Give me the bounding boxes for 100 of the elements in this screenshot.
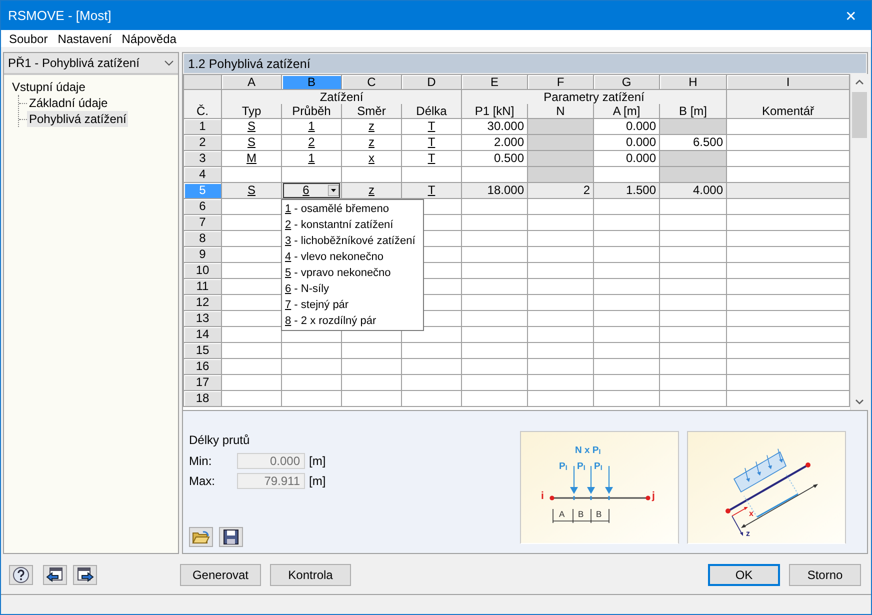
column-group-header: Parametry zatížení [462, 90, 726, 104]
action-button[interactable]: Generovat [180, 564, 261, 586]
table-cell: T [402, 134, 462, 150]
column-letter[interactable]: E [462, 74, 528, 90]
row-number[interactable]: 14 [184, 326, 222, 342]
diagram-label: P$_{I}$ [577, 462, 586, 472]
column-group-header: Zatížení [222, 90, 462, 104]
row-number[interactable]: 12 [184, 294, 222, 310]
column-letter[interactable]: F [528, 74, 594, 90]
dropdown-option[interactable]: 8 - 2 x rozdílný pár [282, 313, 423, 329]
tree-item[interactable]: Základní údaje [27, 95, 110, 111]
table-cell: 2.000 [462, 134, 528, 150]
diagram-label: P$_{I}$ [559, 462, 568, 472]
row-number[interactable]: 3 [184, 150, 222, 166]
column-header: Průběh [282, 104, 342, 118]
table-cell: 1.500 [594, 182, 660, 198]
row-number[interactable]: 2 [184, 134, 222, 150]
column-letter[interactable]: D [402, 74, 462, 90]
scrollbar[interactable] [850, 74, 868, 410]
row-number[interactable]: 11 [184, 278, 222, 294]
table-cell: 0.000 [594, 118, 660, 134]
back-arrow-icon [46, 567, 64, 583]
column-letter[interactable]: C [342, 74, 402, 90]
row-number[interactable]: 17 [184, 374, 222, 390]
dialog-button[interactable]: Storno [789, 564, 861, 586]
row-number[interactable]: 4 [184, 166, 222, 182]
menu-item[interactable]: Nastavení [52, 32, 117, 46]
open-button[interactable] [189, 527, 213, 547]
table-cell: S [222, 182, 282, 198]
table-cell: z [342, 182, 402, 198]
table-cell: 0.000 [594, 150, 660, 166]
menu-item[interactable]: Nápověda [116, 32, 182, 46]
column-header: B [m] [660, 104, 726, 118]
unit-label: [m] [309, 474, 326, 488]
action-button[interactable]: Kontrola [270, 564, 351, 586]
row-number[interactable]: 7 [184, 214, 222, 230]
row-number[interactable]: 15 [184, 342, 222, 358]
table-cell: z [342, 118, 402, 134]
case-select[interactable]: PŘ1 - Pohyblivá zatížení [4, 53, 178, 75]
column-letter[interactable]: A [222, 74, 282, 90]
dialog-button[interactable]: OK [708, 564, 780, 586]
table-cell: T [402, 118, 462, 134]
row-number[interactable]: 18 [184, 390, 222, 406]
tree-item[interactable]: Pohyblivá zatížení [27, 111, 128, 127]
table-cell: 30.000 [462, 118, 528, 134]
column-header: Č. [184, 90, 222, 118]
row-number[interactable]: 8 [184, 230, 222, 246]
table-cell: 1 [282, 150, 342, 166]
table-cell: 0.500 [462, 150, 528, 166]
table-cell: 0.000 [594, 134, 660, 150]
column-letter[interactable]: I [726, 74, 850, 90]
forward-button[interactable] [73, 565, 97, 585]
combo-box[interactable]: 6 [283, 183, 340, 198]
folder-icon [192, 530, 210, 544]
help-button[interactable] [9, 565, 33, 585]
column-header: Komentář [726, 90, 850, 118]
column-letter[interactable]: B [282, 74, 342, 90]
row-number[interactable]: 1 [184, 118, 222, 134]
dropdown-option[interactable]: 1 - osamělé břemeno [282, 201, 423, 217]
column-header: P1 [kN] [462, 104, 528, 118]
table-cell: S [222, 118, 282, 134]
diagram-label: x [749, 510, 754, 518]
back-button[interactable] [43, 565, 67, 585]
close-button[interactable]: ✕ [831, 1, 871, 30]
dropdown-option[interactable]: 2 - konstantní zatížení [282, 217, 423, 233]
table-cell: T [402, 182, 462, 198]
panel-title: 1.2 Pohyblivá zatížení [184, 54, 866, 73]
column-letter[interactable]: H [660, 74, 726, 90]
scrollbar-thumb[interactable] [852, 92, 867, 138]
diagram-label: j [652, 491, 655, 502]
forward-arrow-icon [76, 567, 94, 583]
dropdown-arrow-icon [328, 185, 339, 196]
menu-item[interactable]: Soubor [4, 32, 53, 46]
dropdown-option[interactable]: 5 - vpravo nekonečno [282, 265, 423, 281]
table-cell: z [342, 134, 402, 150]
save-button[interactable] [219, 527, 243, 547]
column-letter[interactable]: G [594, 74, 660, 90]
row-number[interactable]: 13 [184, 310, 222, 326]
chevron-down-icon [164, 60, 174, 66]
field-label: Min: [189, 454, 213, 468]
tree-item[interactable]: Vstupní údaje [10, 79, 88, 95]
row-number[interactable]: 9 [184, 246, 222, 262]
table-cell: 2 [282, 134, 342, 150]
row-number[interactable]: 6 [184, 198, 222, 214]
table-cell: 2 [528, 182, 594, 198]
diagram-label: i [541, 491, 544, 502]
row-number[interactable]: 10 [184, 262, 222, 278]
dropdown-option[interactable]: 6 - N-síly [282, 281, 423, 297]
dropdown-option[interactable]: 3 - lichoběžníkové zatížení [282, 233, 423, 249]
column-header: Délka [402, 104, 462, 118]
save-icon [223, 529, 239, 545]
section-title: Délky prutů [189, 433, 251, 447]
diagram-label: A [559, 510, 565, 518]
row-number[interactable]: 16 [184, 358, 222, 374]
column-header: N [528, 104, 594, 118]
dropdown-option[interactable]: 4 - vlevo nekonečno [282, 249, 423, 265]
dropdown-option[interactable]: 7 - stejný pár [282, 297, 423, 313]
table-cell: x [342, 150, 402, 166]
column-header: A [m] [594, 104, 660, 118]
unit-label: [m] [309, 454, 326, 468]
